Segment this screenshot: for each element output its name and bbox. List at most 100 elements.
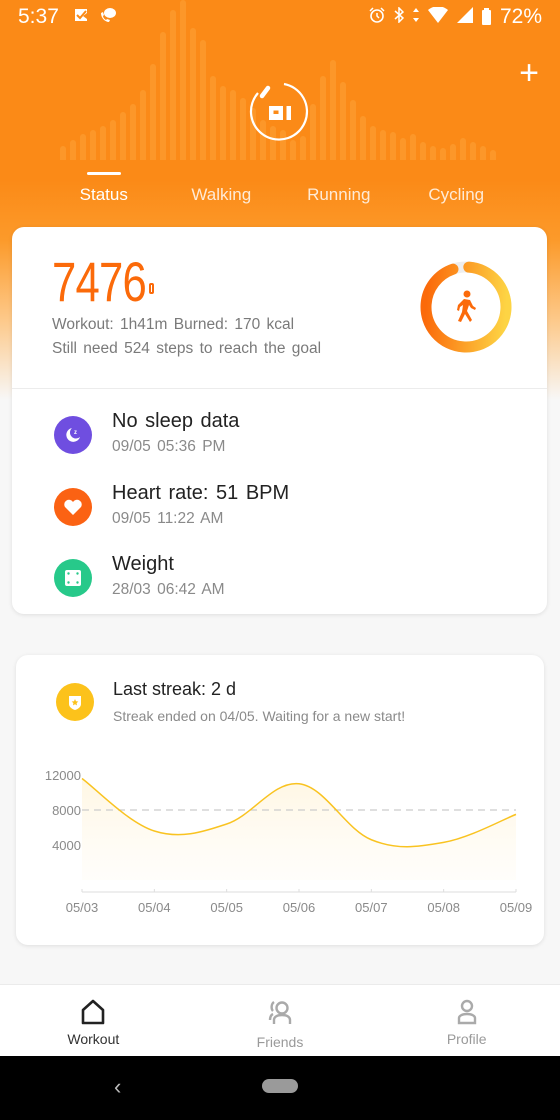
heart-rate-title: Heart rate: 51 BPM xyxy=(112,482,290,504)
workout-summary: Workout: 1h41m Burned: 170 kcal xyxy=(52,316,295,333)
scale-icon xyxy=(54,559,92,597)
mi-logo[interactable] xyxy=(248,80,312,144)
x-tick-label: 05/07 xyxy=(355,900,388,915)
decorative-bar xyxy=(100,126,106,160)
card-divider xyxy=(12,388,547,389)
decorative-bar xyxy=(430,146,436,160)
cell-signal-icon xyxy=(456,6,473,28)
decorative-bar xyxy=(360,116,366,160)
nav-profile[interactable]: Profile xyxy=(373,985,560,1056)
status-bar: 5:37 72% xyxy=(0,0,560,34)
steps-chart: 4000 8000 12000 05/03 05/04 05/05 05/06 05/07 0… xyxy=(45,768,533,915)
decorative-bar xyxy=(200,40,206,160)
status-card: 7476 Workout: 1h41m Burned: 170 kcal Sti… xyxy=(12,227,547,614)
tab-status[interactable]: Status xyxy=(45,170,163,210)
weight-title: Weight xyxy=(112,553,174,575)
decorative-bar xyxy=(130,104,136,160)
decorative-bar xyxy=(400,138,406,160)
weight-item[interactable]: Weight 28/03 06:42 AM xyxy=(54,553,494,607)
decorative-bar xyxy=(80,134,86,160)
battery-icon xyxy=(481,7,491,25)
decorative-bar xyxy=(450,144,456,160)
walking-person-icon xyxy=(457,290,476,322)
nav-friends[interactable]: Friends xyxy=(187,985,374,1056)
decorative-bar xyxy=(470,142,476,160)
y-tick-label: 12000 xyxy=(45,768,81,783)
heart-rate-time: 09/05 11:22 AM xyxy=(112,510,224,527)
alarm-icon xyxy=(369,6,385,28)
bottom-nav: Workout Friends Profile xyxy=(0,984,560,1056)
step-count[interactable]: 7476 xyxy=(52,249,147,314)
decorative-bar xyxy=(110,120,116,160)
notification-check-icon xyxy=(73,7,89,28)
decorative-bar xyxy=(480,146,486,160)
friends-icon xyxy=(268,1001,292,1024)
tab-walking[interactable]: Walking xyxy=(163,170,281,210)
decorative-bar xyxy=(320,76,326,160)
y-tick-label: 8000 xyxy=(52,803,81,818)
decorative-bar xyxy=(370,126,376,160)
x-tick-label: 05/09 xyxy=(500,900,533,915)
heart-rate-item[interactable]: Heart rate: 51 BPM 09/05 11:22 AM xyxy=(54,482,494,536)
nav-workout-label: Workout xyxy=(67,1031,120,1047)
decorative-bar xyxy=(340,82,346,160)
activity-tabs: Status Walking Running Cycling xyxy=(45,170,515,210)
sleep-title: No sleep data xyxy=(112,410,240,432)
home-pill-button[interactable] xyxy=(262,1079,298,1093)
decorative-bar xyxy=(350,100,356,160)
bluetooth-icon xyxy=(394,5,405,28)
decorative-bar xyxy=(390,132,396,160)
decorative-bar xyxy=(380,130,386,160)
decorative-bar xyxy=(60,146,66,160)
chat-phone-icon xyxy=(99,7,117,28)
add-button[interactable]: + xyxy=(514,56,544,90)
streak-card[interactable]: Last streak: 2 d Streak ended on 04/05. … xyxy=(16,655,544,945)
decorative-bar xyxy=(460,138,466,160)
decorative-bar xyxy=(420,142,426,160)
tab-cycling[interactable]: Cycling xyxy=(398,170,516,210)
decorative-bar xyxy=(490,150,496,160)
sleep-item[interactable]: z No sleep data 09/05 05:36 PM xyxy=(54,410,494,464)
x-tick-label: 05/04 xyxy=(138,900,171,915)
x-tick-label: 05/08 xyxy=(427,900,460,915)
tab-running[interactable]: Running xyxy=(280,170,398,210)
decorative-bar xyxy=(70,140,76,160)
x-tick-label: 05/06 xyxy=(283,900,316,915)
clock: 5:37 xyxy=(18,5,59,28)
back-button[interactable]: ‹ xyxy=(114,1074,121,1100)
goal-remaining: Still need 524 steps to reach the goal xyxy=(52,340,322,357)
decorative-bar xyxy=(160,32,166,160)
decorative-bar xyxy=(440,148,446,160)
x-tick-label: 05/03 xyxy=(66,900,99,915)
nav-friends-label: Friends xyxy=(256,1034,304,1050)
decorative-bar xyxy=(220,86,226,160)
decorative-bar xyxy=(140,90,146,160)
battery-percent: 72% xyxy=(499,5,542,28)
decorative-bar xyxy=(210,76,216,160)
decorative-bar xyxy=(90,130,96,160)
x-tick-label: 05/05 xyxy=(210,900,243,915)
wifi-icon xyxy=(427,5,448,28)
system-navigation-bar: ‹ xyxy=(0,1056,560,1120)
series-area xyxy=(82,778,516,880)
nav-workout[interactable]: Workout xyxy=(0,985,187,1056)
decorative-bar xyxy=(120,112,126,160)
profile-icon xyxy=(457,999,476,1025)
sleep-time: 09/05 05:36 PM xyxy=(112,438,226,455)
decorative-bar xyxy=(410,134,416,160)
svg-text:z: z xyxy=(74,430,77,436)
band-icon xyxy=(149,283,154,294)
decorative-bar xyxy=(240,98,246,160)
moon-sleep-icon: z xyxy=(54,416,92,454)
y-tick-label: 4000 xyxy=(52,838,81,853)
decorative-bar xyxy=(190,28,196,160)
heart-icon xyxy=(54,488,92,526)
decorative-bar xyxy=(150,64,156,160)
decorative-bar xyxy=(230,90,236,160)
decorative-bar xyxy=(330,60,336,160)
data-arrows-icon xyxy=(412,7,419,27)
home-icon xyxy=(82,999,105,1025)
step-goal-ring[interactable] xyxy=(420,261,512,353)
weight-time: 28/03 06:42 AM xyxy=(112,581,225,598)
nav-profile-label: Profile xyxy=(446,1031,487,1047)
